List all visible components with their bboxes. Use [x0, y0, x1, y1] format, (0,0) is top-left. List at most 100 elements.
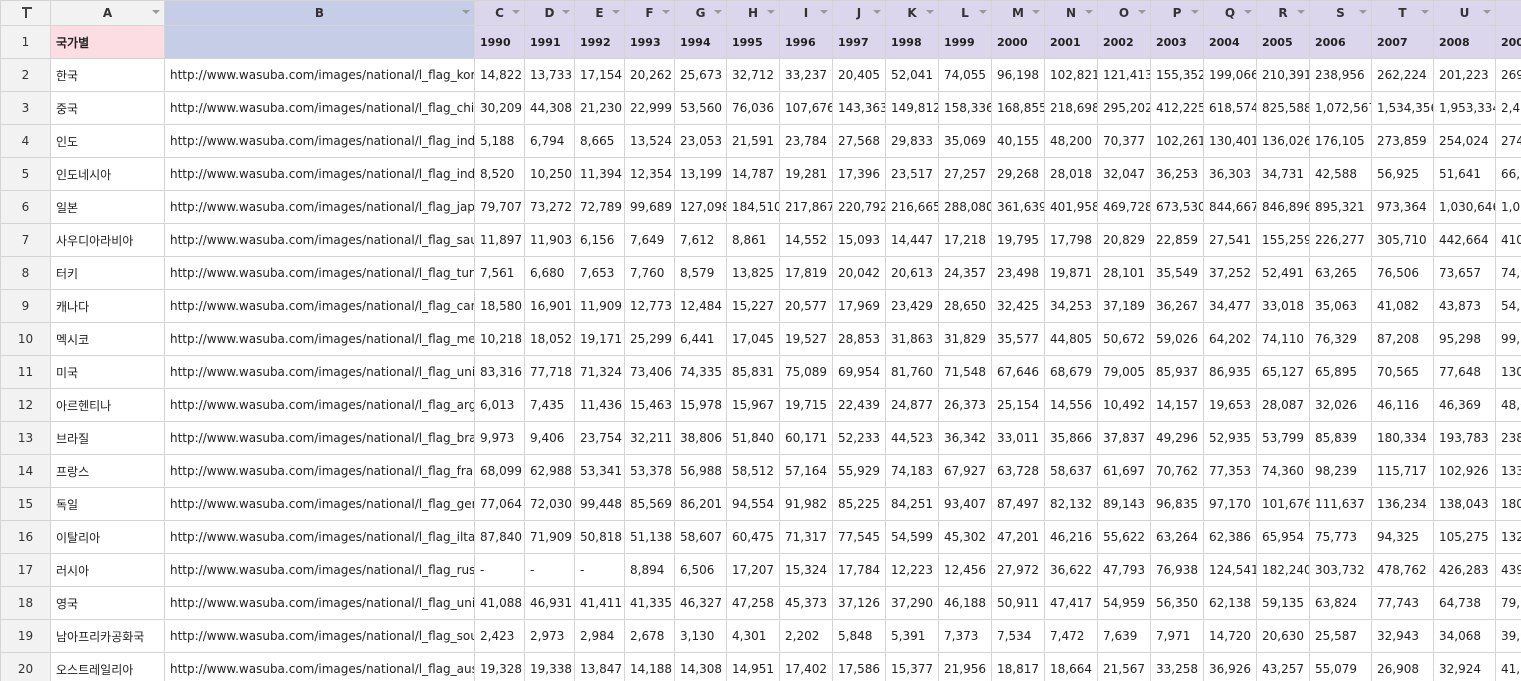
- value-cell[interactable]: 38,806: [674, 421, 727, 455]
- value-cell[interactable]: 52,935: [1203, 421, 1257, 455]
- value-cell[interactable]: 32,047: [1097, 157, 1151, 191]
- value-cell[interactable]: 2,42: [1495, 91, 1521, 125]
- column-filter-chevron-icon[interactable]: [512, 10, 520, 14]
- value-cell[interactable]: 48,0: [1495, 388, 1521, 422]
- value-cell[interactable]: 155,352: [1150, 58, 1204, 92]
- value-cell[interactable]: 825,588: [1256, 91, 1310, 125]
- column-filter-chevron-icon[interactable]: [873, 10, 881, 14]
- value-cell[interactable]: -: [574, 553, 625, 587]
- value-cell[interactable]: 36,303: [1203, 157, 1257, 191]
- value-cell[interactable]: 23,784: [779, 124, 833, 158]
- value-cell[interactable]: 15,978: [674, 388, 727, 422]
- value-cell[interactable]: 6,680: [524, 256, 575, 290]
- value-cell[interactable]: 288,080: [938, 190, 992, 224]
- value-cell[interactable]: 70,377: [1097, 124, 1151, 158]
- value-cell[interactable]: 21,956: [938, 652, 992, 681]
- value-cell[interactable]: 478,762: [1371, 553, 1434, 587]
- flag-url-cell[interactable]: http://www.wasuba.com/images/national/l_…: [164, 454, 475, 488]
- country-cell[interactable]: 러시아: [50, 553, 165, 587]
- value-cell[interactable]: 75,089: [779, 355, 833, 389]
- row-header[interactable]: 3: [0, 91, 51, 125]
- value-cell[interactable]: 36,342: [938, 421, 992, 455]
- value-cell[interactable]: 32,425: [991, 289, 1045, 323]
- value-cell[interactable]: 23,517: [885, 157, 939, 191]
- value-cell[interactable]: 74,9: [1495, 256, 1521, 290]
- value-cell[interactable]: 76,329: [1309, 322, 1372, 356]
- value-cell[interactable]: 82,132: [1044, 487, 1098, 521]
- value-cell[interactable]: 121,413: [1097, 58, 1151, 92]
- value-cell[interactable]: 127,098: [674, 190, 727, 224]
- value-cell[interactable]: 11,897: [474, 223, 525, 257]
- flag-url-cell[interactable]: http://www.wasuba.com/images/national/l_…: [164, 487, 475, 521]
- value-cell[interactable]: 85,569: [624, 487, 675, 521]
- column-filter-chevron-icon[interactable]: [562, 10, 570, 14]
- value-cell[interactable]: 238,956: [1309, 58, 1372, 92]
- value-cell[interactable]: 40,155: [991, 124, 1045, 158]
- value-cell[interactable]: 86,935: [1203, 355, 1257, 389]
- value-cell[interactable]: 17,396: [832, 157, 886, 191]
- value-cell[interactable]: 21,230: [574, 91, 625, 125]
- column-filter-chevron-icon[interactable]: [1421, 10, 1429, 14]
- row-header[interactable]: 6: [0, 190, 51, 224]
- value-cell[interactable]: 8,894: [624, 553, 675, 587]
- value-cell[interactable]: 19,338: [524, 652, 575, 681]
- value-cell[interactable]: 12,773: [624, 289, 675, 323]
- value-cell[interactable]: 193,783: [1433, 421, 1496, 455]
- value-cell[interactable]: 101,676: [1256, 487, 1310, 521]
- value-cell[interactable]: 111,637: [1309, 487, 1372, 521]
- value-cell[interactable]: 69,954: [832, 355, 886, 389]
- value-cell[interactable]: 15,227: [726, 289, 780, 323]
- value-cell[interactable]: 63,824: [1309, 586, 1372, 620]
- row-header[interactable]: 13: [0, 421, 51, 455]
- value-cell[interactable]: 48,200: [1044, 124, 1098, 158]
- value-cell[interactable]: 14,822: [474, 58, 525, 92]
- value-cell[interactable]: 41,335: [624, 586, 675, 620]
- value-cell[interactable]: 74,110: [1256, 322, 1310, 356]
- value-cell[interactable]: 17,798: [1044, 223, 1098, 257]
- value-cell[interactable]: 35,577: [991, 322, 1045, 356]
- value-cell[interactable]: 26,908: [1371, 652, 1434, 681]
- value-cell[interactable]: 19,328: [474, 652, 525, 681]
- value-cell[interactable]: 27,972: [991, 553, 1045, 587]
- value-cell[interactable]: 99,689: [624, 190, 675, 224]
- flag-url-cell[interactable]: http://www.wasuba.com/images/national/l_…: [164, 553, 475, 587]
- value-cell[interactable]: 29,833: [885, 124, 939, 158]
- value-cell[interactable]: 93,407: [938, 487, 992, 521]
- value-cell[interactable]: 47,793: [1097, 553, 1151, 587]
- value-cell[interactable]: 26,373: [938, 388, 992, 422]
- year-header-cell[interactable]: 1997: [832, 25, 886, 59]
- value-cell[interactable]: 13,847: [574, 652, 625, 681]
- flag-url-cell[interactable]: http://www.wasuba.com/images/national/l_…: [164, 652, 475, 681]
- row-header[interactable]: 19: [0, 619, 51, 653]
- value-cell[interactable]: 32,712: [726, 58, 780, 92]
- value-cell[interactable]: 14,188: [624, 652, 675, 681]
- value-cell[interactable]: 20,630: [1256, 619, 1310, 653]
- value-cell[interactable]: 25,299: [624, 322, 675, 356]
- value-cell[interactable]: 107,676: [779, 91, 833, 125]
- value-cell[interactable]: 85,225: [832, 487, 886, 521]
- value-cell[interactable]: 73,272: [524, 190, 575, 224]
- column-header-g[interactable]: G: [674, 0, 727, 26]
- value-cell[interactable]: 67,646: [991, 355, 1045, 389]
- value-cell[interactable]: 24,357: [938, 256, 992, 290]
- value-cell[interactable]: 85,937: [1150, 355, 1204, 389]
- year-header-cell[interactable]: 1991: [524, 25, 575, 59]
- value-cell[interactable]: 79,707: [474, 190, 525, 224]
- row-header[interactable]: 16: [0, 520, 51, 554]
- value-cell[interactable]: 70,762: [1150, 454, 1204, 488]
- value-cell[interactable]: 85,831: [726, 355, 780, 389]
- country-cell[interactable]: 인도: [50, 124, 165, 158]
- value-cell[interactable]: 34,477: [1203, 289, 1257, 323]
- value-cell[interactable]: 20,405: [832, 58, 886, 92]
- value-cell[interactable]: 46,931: [524, 586, 575, 620]
- row-header[interactable]: 11: [0, 355, 51, 389]
- country-cell[interactable]: 영국: [50, 586, 165, 620]
- value-cell[interactable]: 6,013: [474, 388, 525, 422]
- value-cell[interactable]: 56,350: [1150, 586, 1204, 620]
- value-cell[interactable]: 155,259: [1256, 223, 1310, 257]
- flag-url-cell[interactable]: http://www.wasuba.com/images/national/l_…: [164, 520, 475, 554]
- value-cell[interactable]: 17,154: [574, 58, 625, 92]
- country-cell[interactable]: 캐나다: [50, 289, 165, 323]
- value-cell[interactable]: 27,541: [1203, 223, 1257, 257]
- value-cell[interactable]: 54,599: [885, 520, 939, 554]
